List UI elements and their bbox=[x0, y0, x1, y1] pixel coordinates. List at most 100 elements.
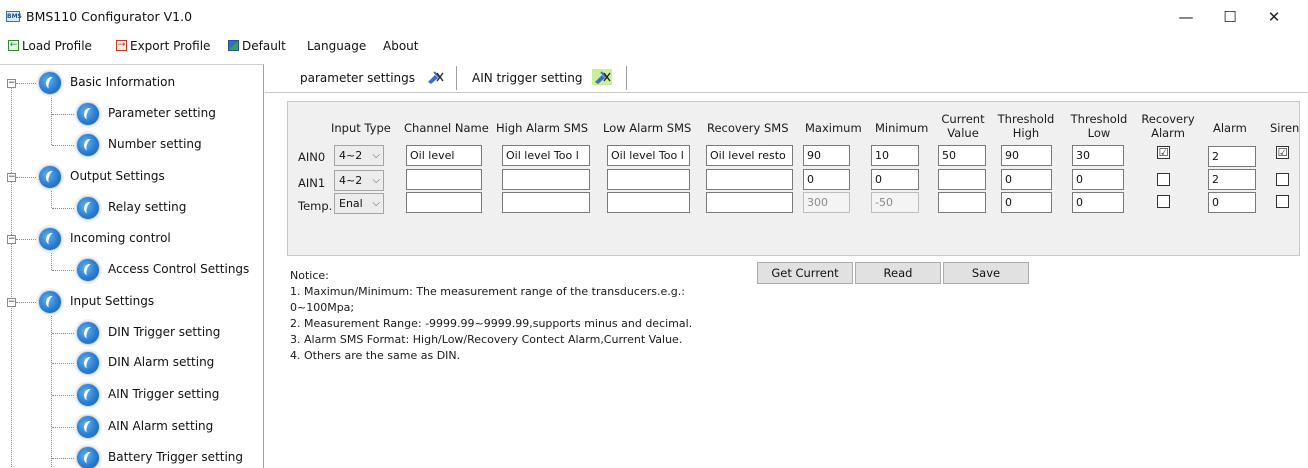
expand-toggle[interactable]: − bbox=[7, 79, 16, 88]
current-value-field-temp[interactable] bbox=[938, 192, 986, 213]
high-alarm-sms-field-temp[interactable] bbox=[502, 192, 590, 213]
recovery-sms-field-ain1[interactable] bbox=[706, 169, 793, 190]
maximum-field-ain0[interactable]: 90 bbox=[803, 145, 850, 166]
tree-node-label: Input Settings bbox=[70, 294, 155, 308]
tab-divider bbox=[456, 66, 457, 90]
load-icon: ← bbox=[8, 40, 19, 51]
export-profile-label: Export Profile bbox=[130, 39, 211, 53]
menu-bar: ← Load Profile → Export Profile Default La… bbox=[0, 34, 1308, 58]
minimum-field-ain0[interactable]: 10 bbox=[871, 145, 919, 166]
recovery-alarm-checkbox-temp[interactable] bbox=[1157, 195, 1170, 208]
alarm-field-ain0[interactable]: 2 bbox=[1208, 146, 1256, 167]
current-value-field-ain1[interactable] bbox=[938, 169, 986, 190]
high-alarm-sms-field-ain0[interactable]: Oil level Too l bbox=[502, 145, 590, 166]
select-value: 4~2 bbox=[339, 149, 363, 162]
header-line: Threshold bbox=[997, 112, 1055, 126]
threshold-high-field-temp[interactable]: 0 bbox=[1001, 192, 1052, 213]
node-icon bbox=[76, 351, 100, 375]
recovery-alarm-checkbox-ain1[interactable] bbox=[1157, 173, 1170, 186]
siren-checkbox-temp[interactable] bbox=[1276, 195, 1289, 208]
node-icon bbox=[76, 196, 100, 220]
minimum-field-ain1[interactable]: 0 bbox=[871, 169, 919, 190]
threshold-high-field-ain1[interactable]: 0 bbox=[1001, 169, 1052, 190]
read-button[interactable]: Read bbox=[855, 262, 941, 284]
threshold-low-field-temp[interactable]: 0 bbox=[1072, 192, 1124, 213]
header-maximum: Maximum bbox=[805, 121, 862, 135]
chevron-down-icon: ⌵ bbox=[372, 150, 380, 161]
expand-toggle[interactable]: − bbox=[7, 298, 16, 307]
pin-close-icon[interactable] bbox=[425, 69, 445, 85]
tree-node-label: AIN Trigger setting bbox=[108, 387, 220, 401]
tree-node-label: Incoming control bbox=[70, 231, 171, 245]
low-alarm-sms-field-ain1[interactable] bbox=[607, 169, 690, 190]
node-icon bbox=[76, 321, 100, 345]
chevron-down-icon: ⌵ bbox=[372, 175, 380, 186]
default-icon bbox=[228, 40, 239, 51]
siren-checkbox-ain1[interactable] bbox=[1276, 173, 1289, 186]
header-recovery-alarm: Recovery Alarm bbox=[1139, 112, 1197, 140]
header-line: Threshold bbox=[1070, 112, 1128, 126]
window-title: BMS110 Configurator V1.0 bbox=[26, 9, 193, 24]
title-bar: BMS BMS110 Configurator V1.0 — ☐ ✕ bbox=[0, 0, 1308, 34]
minimize-button[interactable]: — bbox=[1166, 4, 1206, 30]
recovery-sms-field-ain0[interactable]: Oil level resto bbox=[706, 145, 793, 166]
recovery-alarm-checkbox-ain0[interactable]: ☑ bbox=[1157, 146, 1170, 159]
header-minimum: Minimum bbox=[875, 121, 929, 135]
pin-close-icon[interactable] bbox=[592, 68, 613, 85]
language-menu[interactable]: Language bbox=[307, 37, 366, 55]
about-menu[interactable]: About bbox=[383, 37, 418, 55]
tree-connector bbox=[52, 333, 76, 334]
header-siren: Siren bbox=[1270, 121, 1300, 135]
current-value-field-ain0[interactable]: 50 bbox=[938, 145, 986, 166]
node-icon bbox=[76, 446, 100, 468]
node-icon bbox=[38, 290, 62, 314]
alarm-field-ain1[interactable]: 2 bbox=[1208, 169, 1256, 190]
export-icon: → bbox=[116, 40, 127, 51]
expand-toggle[interactable]: − bbox=[7, 235, 16, 244]
tab-parameter-settings[interactable]: parameter settings bbox=[300, 66, 445, 91]
tree-connector bbox=[51, 95, 52, 145]
tree-node-label: Number setting bbox=[108, 137, 202, 151]
threshold-low-field-ain0[interactable]: 30 bbox=[1072, 145, 1124, 166]
node-icon bbox=[38, 71, 62, 95]
channel-name-field-ain1[interactable] bbox=[406, 169, 482, 190]
tree-node-label: DIN Trigger setting bbox=[108, 325, 221, 339]
chevron-down-icon: ⌵ bbox=[372, 198, 380, 209]
tab-ain-trigger-setting[interactable]: AIN trigger setting bbox=[472, 66, 613, 91]
siren-checkbox-ain0[interactable]: ☑ bbox=[1276, 146, 1289, 159]
header-line: Value bbox=[947, 126, 979, 140]
threshold-low-field-ain1[interactable]: 0 bbox=[1072, 169, 1124, 190]
recovery-sms-field-temp[interactable] bbox=[706, 192, 793, 213]
node-icon bbox=[76, 383, 100, 407]
load-profile-menu[interactable]: ← Load Profile bbox=[8, 37, 92, 55]
close-button[interactable]: ✕ bbox=[1254, 4, 1294, 30]
default-menu[interactable]: Default bbox=[228, 37, 286, 55]
select-value: Enal bbox=[339, 197, 363, 210]
high-alarm-sms-field-ain1[interactable] bbox=[502, 169, 590, 190]
channel-name-field-temp[interactable] bbox=[406, 192, 482, 213]
notice-line: 1. Maximun/Minimum: The measurement rang… bbox=[290, 285, 685, 298]
header-threshold-low: Threshold Low bbox=[1069, 112, 1129, 140]
header-line: Recovery bbox=[1141, 112, 1195, 126]
node-icon bbox=[38, 165, 62, 189]
get-current-button[interactable]: Get Current bbox=[757, 262, 853, 284]
tree-connector bbox=[52, 427, 76, 428]
input-type-select-temp[interactable]: Enal ⌵ bbox=[334, 193, 384, 214]
channel-name-field-ain0[interactable]: Oil level bbox=[406, 145, 482, 166]
export-profile-menu[interactable]: → Export Profile bbox=[116, 37, 210, 55]
node-icon bbox=[76, 415, 100, 439]
low-alarm-sms-field-ain0[interactable]: Oil level Too l bbox=[607, 145, 690, 166]
tree-connector bbox=[52, 145, 76, 146]
input-type-select-ain1[interactable]: 4~2 ⌵ bbox=[334, 170, 384, 191]
low-alarm-sms-field-temp[interactable] bbox=[607, 192, 690, 213]
input-type-select-ain0[interactable]: 4~2 ⌵ bbox=[334, 145, 384, 166]
maximum-field-ain1[interactable]: 0 bbox=[803, 169, 850, 190]
maximize-button[interactable]: ☐ bbox=[1210, 4, 1250, 30]
save-button[interactable]: Save bbox=[943, 262, 1029, 284]
threshold-high-field-ain0[interactable]: 90 bbox=[1001, 145, 1052, 166]
app-icon: BMS bbox=[6, 11, 22, 22]
alarm-field-temp[interactable]: 0 bbox=[1208, 192, 1256, 213]
expand-toggle[interactable]: − bbox=[7, 173, 16, 182]
notice-title: Notice: bbox=[290, 269, 329, 282]
header-line: High bbox=[1012, 126, 1040, 140]
